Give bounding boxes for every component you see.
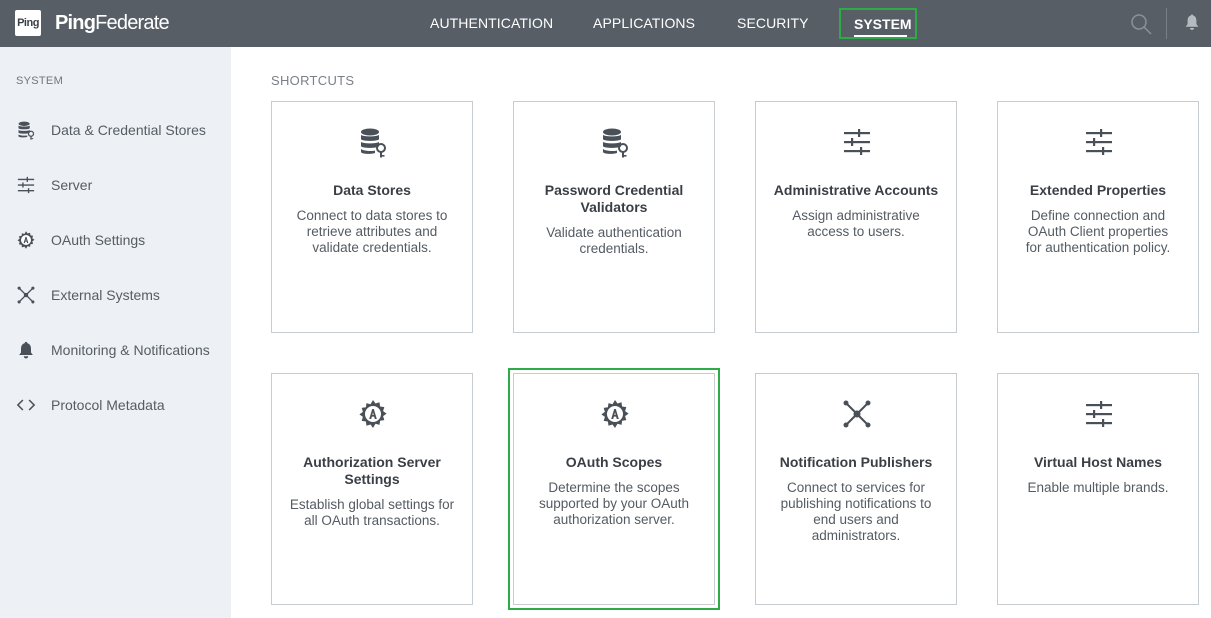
bell-icon xyxy=(15,340,37,360)
code-brackets-icon xyxy=(15,395,37,415)
oauth-gear-icon xyxy=(357,398,389,430)
sidebar-item-server[interactable]: Server xyxy=(0,170,231,200)
sidebar-item-label: External Systems xyxy=(51,287,160,303)
card-notification-publishers[interactable]: Notification Publishers Connect to servi… xyxy=(755,373,957,605)
oauth-gear-icon xyxy=(599,398,631,430)
card-description: Validate authentication credentials. xyxy=(546,225,682,256)
nav-applications[interactable]: APPLICATIONS xyxy=(593,15,695,31)
sliders-icon xyxy=(1083,398,1115,430)
sidebar-item-label: Server xyxy=(51,177,93,193)
card-title: Notification Publishers Connect to servi… xyxy=(779,454,933,543)
sidebar-item-protocol-metadata[interactable]: Protocol Metadata xyxy=(0,390,231,420)
network-icon xyxy=(15,285,37,305)
card-authorization-server-settings[interactable]: Authorization Server Settings Establish … xyxy=(271,373,473,605)
sidebar-item-label: Monitoring & Notifications xyxy=(51,342,210,358)
notifications-bell-icon[interactable] xyxy=(1184,14,1200,32)
sidebar-item-label: OAuth Settings xyxy=(51,232,146,248)
nav-system[interactable]: SYSTEM xyxy=(839,8,917,39)
sidebar-heading: SYSTEM xyxy=(16,75,64,87)
sidebar-item-label: Protocol Metadata xyxy=(51,397,165,413)
card-data-stores[interactable]: Data Stores Connect to data stores to re… xyxy=(271,101,473,333)
card-title: Authorization Server Settings Establish … xyxy=(282,454,462,529)
sidebar-item-monitoring-notifications[interactable]: Monitoring & Notifications xyxy=(0,335,231,365)
card-description: Determine the scopes supported by your O… xyxy=(538,480,690,527)
sliders-icon xyxy=(15,175,37,195)
nav-system-label: SYSTEM xyxy=(854,16,912,32)
card-title: Administrative Accounts Assign administr… xyxy=(773,182,939,239)
card-title: OAuth Scopes Determine the scopes suppor… xyxy=(538,454,690,527)
ping-logo-icon: Ping xyxy=(15,10,41,36)
nav-authentication[interactable]: AUTHENTICATION xyxy=(430,15,553,31)
header-divider xyxy=(1166,8,1167,39)
card-title: Data Stores Connect to data stores to re… xyxy=(296,182,448,255)
database-key-icon xyxy=(599,126,631,158)
search-icon[interactable] xyxy=(1130,13,1152,35)
shortcuts-heading: SHORTCUTS xyxy=(271,73,355,88)
database-key-icon xyxy=(15,120,37,140)
oauth-gear-icon xyxy=(15,230,37,250)
network-icon xyxy=(841,398,873,430)
nav-active-underline xyxy=(854,35,907,37)
card-password-credential-validators[interactable]: Password Credential Validators Validate … xyxy=(513,101,715,333)
nav-security[interactable]: SECURITY xyxy=(737,15,809,31)
card-title: Extended Properties Define connection an… xyxy=(1008,182,1188,256)
card-title: Virtual Host Names Enable multiple brand… xyxy=(1008,454,1188,496)
card-description: Connect to data stores to retrieve attri… xyxy=(296,208,448,255)
sidebar-item-external-systems[interactable]: External Systems xyxy=(0,280,231,310)
card-title: Password Credential Validators Validate … xyxy=(524,182,704,257)
top-header: Ping PingFederate AUTHENTICATION APPLICA… xyxy=(0,0,1211,47)
logo-text: PingFederate xyxy=(55,11,170,34)
card-description: Establish global settings for all OAuth … xyxy=(289,497,455,528)
card-oauth-scopes[interactable]: OAuth Scopes Determine the scopes suppor… xyxy=(508,368,720,610)
card-virtual-host-names[interactable]: Virtual Host Names Enable multiple brand… xyxy=(997,373,1199,605)
ping-federate-logo[interactable]: Ping PingFederate xyxy=(15,10,170,36)
sidebar-item-data-credential-stores[interactable]: Data & Credential Stores xyxy=(0,115,231,145)
database-key-icon xyxy=(357,126,389,158)
sliders-icon xyxy=(1083,126,1115,158)
sidebar: SYSTEM Data & Credential Stores Server O… xyxy=(0,47,231,618)
card-description: Assign administrative access to users. xyxy=(792,208,920,239)
sliders-icon xyxy=(841,126,873,158)
card-extended-properties[interactable]: Extended Properties Define connection an… xyxy=(997,101,1199,333)
card-description: Connect to services for publishing notif… xyxy=(780,480,932,543)
card-administrative-accounts[interactable]: Administrative Accounts Assign administr… xyxy=(755,101,957,333)
card-description: Define connection and OAuth Client prope… xyxy=(1025,208,1171,255)
card-description: Enable multiple brands. xyxy=(1027,480,1169,495)
sidebar-item-oauth-settings[interactable]: OAuth Settings xyxy=(0,225,231,255)
sidebar-item-label: Data & Credential Stores xyxy=(51,122,206,138)
